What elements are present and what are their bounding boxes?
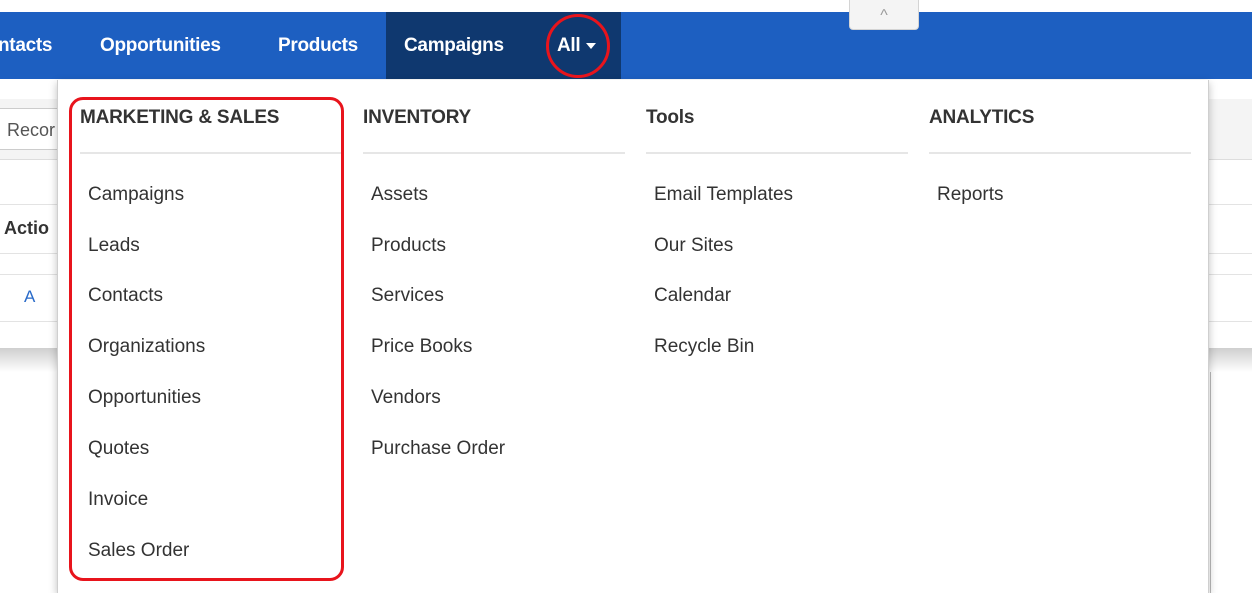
column-divider: [363, 152, 625, 154]
highlight-box-marketing-sales: [69, 97, 344, 581]
column-divider: [646, 152, 908, 154]
nav-item-products[interactable]: Products: [278, 12, 358, 79]
menu-item-vendors[interactable]: Vendors: [371, 387, 441, 409]
top-navbar: ntacts Opportunities Products Campaigns …: [0, 12, 1252, 79]
column-heading: INVENTORY: [363, 107, 471, 128]
menu-item-assets[interactable]: Assets: [371, 184, 428, 206]
menu-item-price-books[interactable]: Price Books: [371, 336, 472, 358]
menu-item-recycle-bin[interactable]: Recycle Bin: [654, 336, 754, 358]
collapse-toggle[interactable]: ^: [849, 0, 919, 30]
menu-item-our-sites[interactable]: Our Sites: [654, 235, 733, 257]
nav-item-opportunities[interactable]: Opportunities: [100, 12, 221, 79]
chevron-up-icon: ^: [880, 7, 888, 24]
actions-column-header: Actio: [4, 218, 49, 238]
records-button[interactable]: Recor: [0, 108, 64, 150]
nav-item-campaigns[interactable]: Campaigns: [404, 12, 504, 79]
column-heading: Tools: [646, 107, 695, 128]
page-border: [1210, 372, 1211, 593]
menu-item-services[interactable]: Services: [371, 285, 444, 307]
highlight-circle-all-menu: [546, 14, 610, 78]
menu-item-reports[interactable]: Reports: [937, 184, 1004, 206]
menu-item-calendar[interactable]: Calendar: [654, 285, 731, 307]
menu-item-products[interactable]: Products: [371, 235, 446, 257]
nav-item-contacts[interactable]: ntacts: [0, 12, 52, 79]
column-divider: [929, 152, 1191, 154]
column-heading: ANALYTICS: [929, 107, 1035, 128]
menu-item-purchase-order[interactable]: Purchase Order: [371, 438, 505, 460]
menu-item-email-templates[interactable]: Email Templates: [654, 184, 793, 206]
alpha-filter-link[interactable]: A: [24, 274, 35, 320]
